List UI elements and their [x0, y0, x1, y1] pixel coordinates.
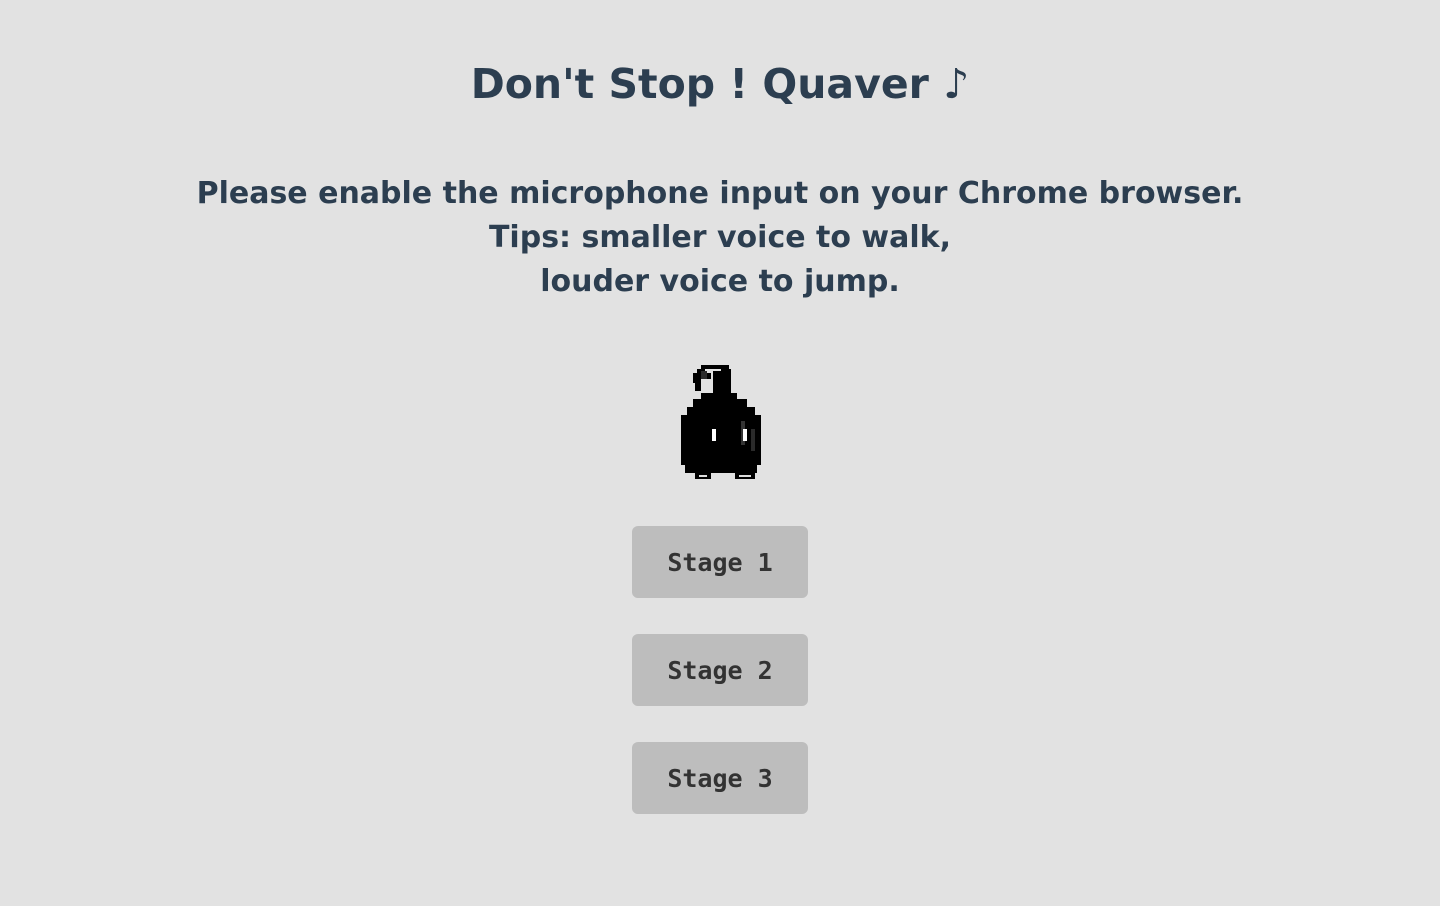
stage-1-button[interactable]: Stage 1 — [632, 526, 808, 598]
stage-2-button[interactable]: Stage 2 — [632, 634, 808, 706]
instructions: Please enable the microphone input on yo… — [0, 172, 1440, 304]
quaver-character — [679, 363, 763, 480]
page-title: Don't Stop ! Quaver ♪ — [470, 60, 970, 108]
instruction-line-jump-tip: louder voice to jump. — [540, 264, 900, 299]
instruction-line-walk-tip: Tips: smaller voice to walk, — [488, 220, 952, 255]
instruction-line-microphone: Please enable the microphone input on yo… — [196, 176, 1244, 211]
quaver-note-character-icon — [681, 365, 761, 479]
stage-3-button[interactable]: Stage 3 — [632, 742, 808, 814]
